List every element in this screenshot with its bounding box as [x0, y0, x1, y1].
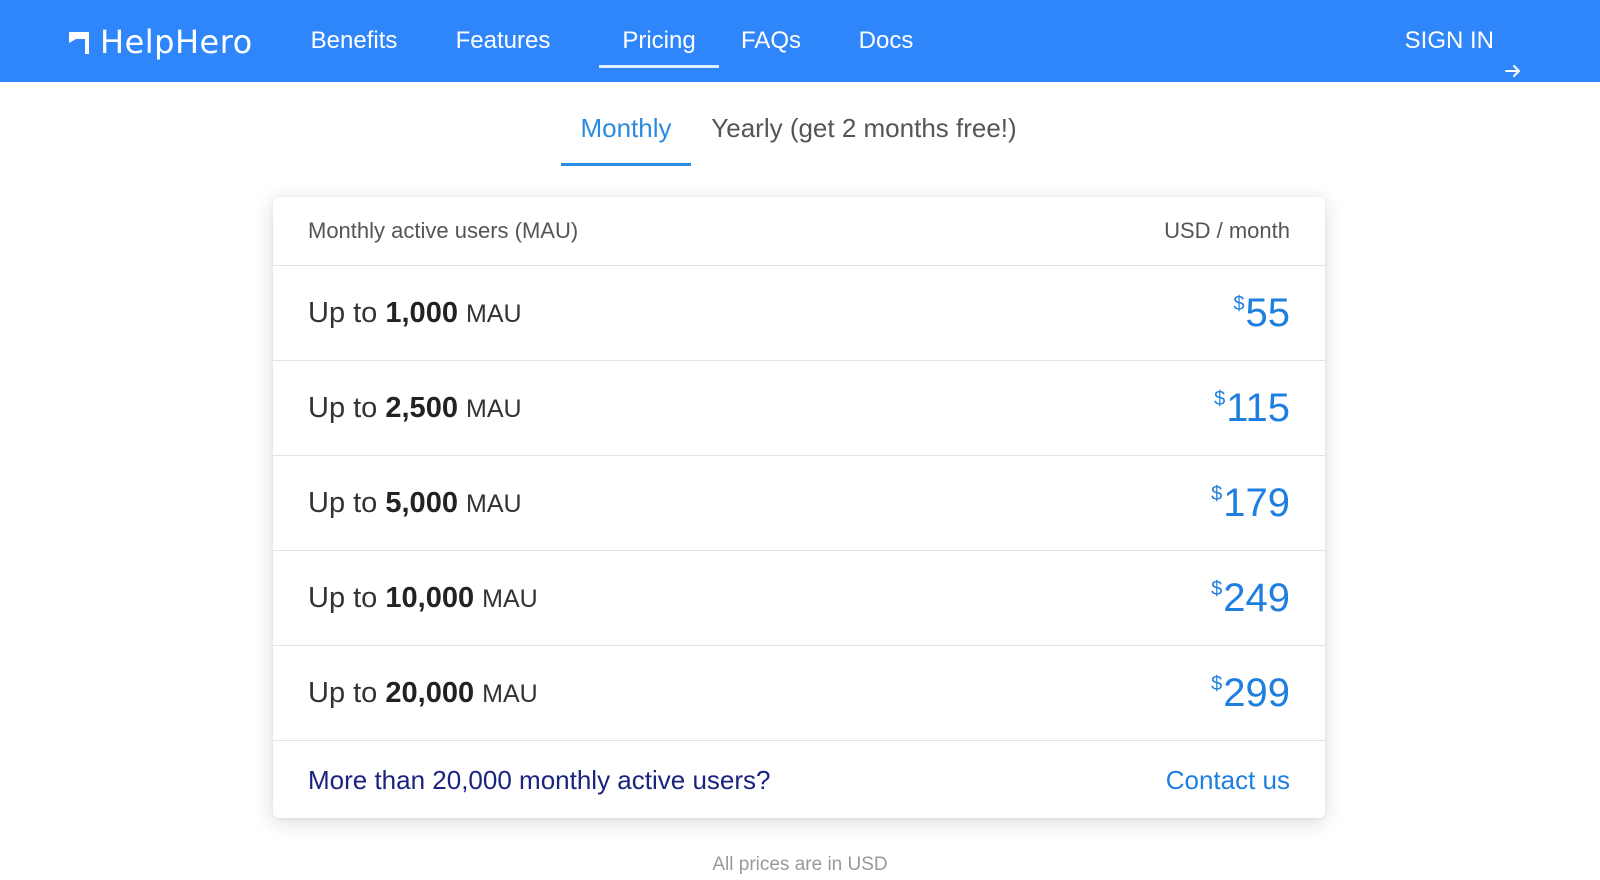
currency-symbol: $ [1211, 578, 1223, 600]
currency-symbol: $ [1211, 483, 1223, 505]
enterprise-question: More than 20,000 monthly active users? [308, 764, 771, 795]
tier-price: $115 [1214, 386, 1290, 430]
nav-active-indicator [599, 65, 719, 68]
tier-label: Up to 5,000 MAU [308, 487, 522, 520]
contact-us-link[interactable]: Contact us [1166, 765, 1290, 796]
column-header-mau: Monthly active users (MAU) [308, 218, 579, 243]
tier-prefix: Up to [308, 391, 386, 424]
tab-active-indicator [561, 163, 691, 166]
sign-in-link[interactable]: SIGN IN [1405, 0, 1522, 82]
tier-unit: MAU [466, 299, 522, 328]
tier-unit: MAU [482, 679, 538, 708]
pricing-table-footer: More than 20,000 monthly active users? C… [273, 741, 1325, 818]
sign-in-label: SIGN IN [1404, 27, 1494, 54]
currency-symbol: $ [1211, 673, 1223, 695]
tier-count: 10,000 [385, 581, 475, 614]
tier-label: Up to 1,000 MAU [308, 297, 522, 330]
pricing-table-header: Monthly active users (MAU) USD / month [273, 197, 1325, 266]
tier-prefix: Up to [308, 296, 386, 329]
tier-count: 1,000 [385, 296, 458, 329]
tier-price: $249 [1211, 576, 1290, 620]
tier-price: $299 [1211, 671, 1290, 715]
nav-faqs[interactable]: FAQs [740, 0, 802, 82]
tier-label: Up to 10,000 MAU [308, 582, 538, 615]
currency-symbol: $ [1233, 293, 1245, 315]
tier-unit: MAU [466, 394, 522, 423]
tier-label: Up to 20,000 MAU [308, 677, 538, 710]
nav-docs[interactable]: Docs [857, 0, 915, 82]
tier-prefix: Up to [308, 676, 386, 709]
pricing-row: Up to 2,500 MAU $115 [273, 361, 1325, 456]
tier-price: $55 [1233, 291, 1290, 335]
price-amount: 249 [1223, 576, 1290, 620]
price-amount: 55 [1245, 291, 1291, 335]
pricing-row: Up to 1,000 MAU $55 [273, 266, 1325, 361]
brand-name: HelpHero [100, 23, 253, 61]
pricing-table: Monthly active users (MAU) USD / month U… [273, 197, 1325, 818]
currency-symbol: $ [1214, 388, 1226, 410]
tab-monthly[interactable]: Monthly [561, 100, 691, 166]
column-header-price: USD / month [1164, 218, 1290, 243]
billing-period-tabs: Monthly Yearly (get 2 months free!) [0, 100, 1600, 166]
price-amount: 299 [1223, 671, 1290, 715]
tier-unit: MAU [482, 584, 538, 613]
arrow-right-icon [1504, 32, 1522, 77]
tab-yearly[interactable]: Yearly (get 2 months free!) [706, 100, 1022, 166]
nav-pricing-label: Pricing [622, 27, 696, 54]
helphero-logo[interactable]: HelpHero [68, 22, 253, 62]
nav-features[interactable]: Features [455, 0, 551, 82]
nav-benefits[interactable]: Benefits [310, 0, 398, 82]
tier-prefix: Up to [308, 486, 386, 519]
tab-yearly-label: Yearly (get 2 months free!) [711, 113, 1017, 143]
price-amount: 115 [1226, 386, 1290, 430]
tier-prefix: Up to [308, 581, 386, 614]
pricing-row: Up to 5,000 MAU $179 [273, 456, 1325, 551]
pricing-row: Up to 10,000 MAU $249 [273, 551, 1325, 646]
tier-price: $179 [1211, 481, 1290, 525]
price-amount: 179 [1223, 481, 1290, 525]
flag-icon [68, 29, 92, 55]
tier-label: Up to 2,500 MAU [308, 392, 522, 425]
nav-pricing[interactable]: Pricing [599, 0, 719, 82]
pricing-note: All prices are in USD [712, 854, 888, 875]
tab-monthly-label: Monthly [580, 113, 672, 143]
tier-unit: MAU [466, 489, 522, 518]
tier-count: 20,000 [385, 676, 475, 709]
top-navigation: HelpHero Benefits Features Pricing FAQs … [0, 0, 1600, 82]
pricing-row: Up to 20,000 MAU $299 [273, 646, 1325, 741]
tier-count: 5,000 [385, 486, 458, 519]
tier-count: 2,500 [385, 391, 458, 424]
